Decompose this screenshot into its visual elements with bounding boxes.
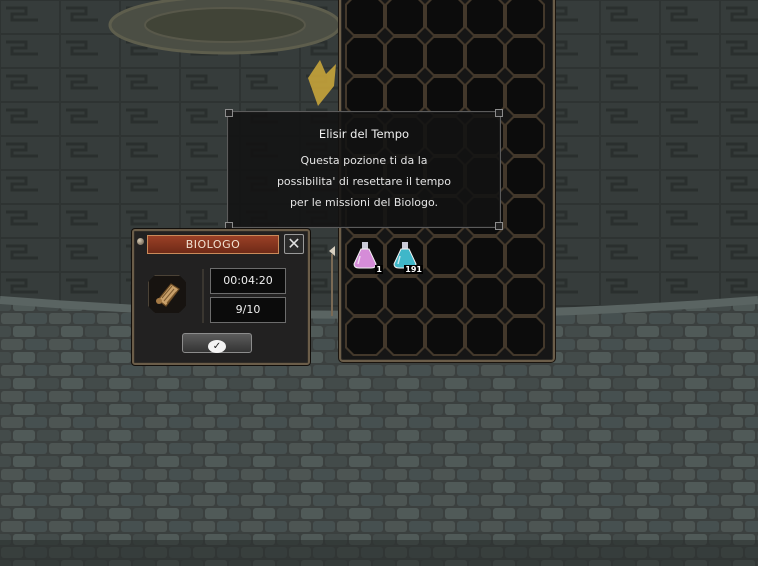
window-pin-icon — [137, 238, 144, 245]
tooltip-corner — [495, 222, 503, 230]
inventory-slot[interactable] — [425, 236, 465, 276]
inventory-slot[interactable] — [505, 76, 545, 116]
inventory-slot[interactable] — [505, 116, 545, 156]
inventory-slot[interactable] — [345, 276, 385, 316]
tooltip-line: possibilita' di resettare il tempo — [276, 175, 452, 188]
quest-item-slot[interactable] — [148, 275, 186, 313]
inventory-slot[interactable] — [505, 36, 545, 76]
inventory-slot[interactable] — [385, 316, 425, 356]
item-stack-count: 1 — [375, 265, 383, 274]
item-stack-count: 191 — [404, 265, 423, 274]
inventory-slot[interactable] — [505, 156, 545, 196]
tooltip-line: per le missioni del Biologo. — [289, 196, 439, 209]
checkmark-icon: ✓ — [208, 340, 226, 353]
tooltip-line: Questa pozione ti da la — [300, 154, 428, 167]
inventory-slot[interactable] — [465, 276, 505, 316]
inventory-slot[interactable] — [505, 316, 545, 356]
inventory-slot[interactable] — [425, 76, 465, 116]
inventory-slot[interactable] — [385, 36, 425, 76]
close-icon: ✕ — [287, 234, 301, 253]
inventory-slot[interactable] — [465, 36, 505, 76]
inventory-slot[interactable] — [465, 316, 505, 356]
biologo-window: BIOLOGO ✕ 00:04:20 9/10 ✓ — [132, 229, 310, 365]
window-divider — [202, 269, 204, 323]
research-scroll-icon — [149, 276, 186, 313]
inventory-slot[interactable] — [345, 316, 385, 356]
inventory-slot[interactable]: 191 — [385, 236, 425, 276]
inventory-slot[interactable] — [425, 276, 465, 316]
cooldown-timer: 00:04:20 — [210, 268, 286, 294]
inventory-slot[interactable] — [345, 36, 385, 76]
inventory-slot[interactable] — [385, 76, 425, 116]
tooltip-corner — [225, 109, 233, 117]
inventory-slot[interactable] — [465, 0, 505, 36]
inventory-slot[interactable] — [505, 236, 545, 276]
tooltip-description: Questa pozione ti da la possibilita' di … — [228, 150, 500, 213]
inventory-slot[interactable] — [385, 0, 425, 36]
tooltip-corner — [495, 109, 503, 117]
inventory-slot[interactable] — [505, 0, 545, 36]
close-button[interactable]: ✕ — [284, 234, 304, 254]
inventory-collapse-arrow-icon[interactable] — [328, 242, 336, 316]
inventory-slot[interactable] — [425, 316, 465, 356]
inventory-slot[interactable] — [425, 0, 465, 36]
inventory-slot[interactable]: 1 — [345, 236, 385, 276]
inventory-slot[interactable] — [425, 36, 465, 76]
inventory-slot[interactable] — [385, 276, 425, 316]
delivery-count: 9/10 — [210, 297, 286, 323]
inventory-slot[interactable] — [505, 276, 545, 316]
inventory-slot[interactable] — [345, 0, 385, 36]
inventory-slot[interactable] — [345, 76, 385, 116]
confirm-button[interactable]: ✓ — [182, 333, 252, 353]
inventory-slot[interactable] — [465, 236, 505, 276]
biologo-title-bar[interactable]: BIOLOGO — [147, 235, 279, 254]
item-tooltip: Elisir del Tempo Questa pozione ti da la… — [225, 109, 503, 230]
tooltip-title: Elisir del Tempo — [318, 127, 410, 141]
inventory-slot[interactable] — [505, 196, 545, 236]
